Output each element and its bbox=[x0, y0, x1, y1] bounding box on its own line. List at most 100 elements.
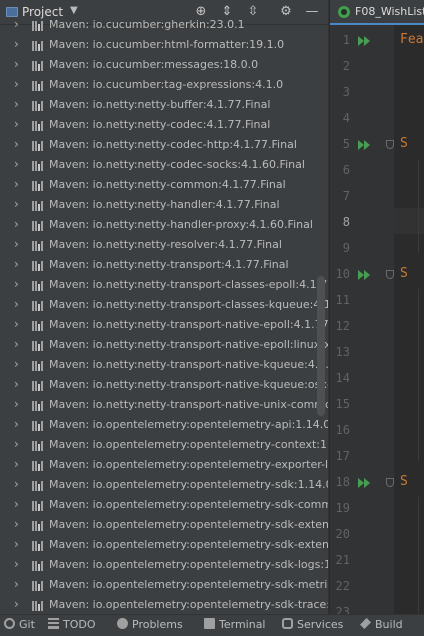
tree-item[interactable]: › Maven: io.opentelemetry:opentelemetry-a… bbox=[0, 416, 328, 436]
tree-item[interactable]: › Maven: io.opentelemetry:opentelemetry-s… bbox=[0, 556, 328, 576]
tree-item[interactable]: › Maven: io.netty:netty-transport-native-… bbox=[0, 396, 328, 416]
tree-item[interactable]: › Maven: io.netty:netty-transport:4.1.77.… bbox=[0, 256, 328, 276]
tree-item[interactable]: › Maven: io.opentelemetry:opentelemetry-e… bbox=[0, 456, 328, 476]
chevron-right-icon[interactable]: › bbox=[14, 417, 24, 431]
fold-icon[interactable] bbox=[386, 270, 394, 279]
chevron-right-icon[interactable]: › bbox=[14, 37, 24, 51]
chevron-right-icon[interactable]: › bbox=[14, 317, 24, 331]
chevron-right-icon[interactable]: › bbox=[14, 17, 24, 31]
chevron-right-icon[interactable]: › bbox=[14, 77, 24, 91]
code-keyword: S bbox=[400, 136, 408, 151]
fold-icon[interactable] bbox=[386, 478, 394, 487]
chevron-right-icon[interactable]: › bbox=[14, 237, 24, 251]
chevron-right-icon[interactable]: › bbox=[14, 477, 24, 491]
git-tool[interactable]: Git bbox=[4, 618, 35, 634]
run-icon[interactable] bbox=[358, 269, 372, 281]
tree-item-label: Maven: io.opentelemetry:opentelemetry-sd… bbox=[49, 598, 328, 611]
library-icon bbox=[32, 201, 45, 211]
chevron-right-icon[interactable]: › bbox=[14, 437, 24, 451]
tree-item[interactable]: › Maven: io.netty:netty-transport-native-… bbox=[0, 316, 328, 336]
library-icon bbox=[32, 461, 45, 471]
tree-item[interactable]: › Maven: io.opentelemetry:opentelemetry-c… bbox=[0, 436, 328, 456]
library-icon bbox=[32, 321, 45, 331]
chevron-right-icon[interactable]: › bbox=[14, 577, 24, 591]
tree-item[interactable]: › Maven: io.netty:netty-buffer:4.1.77.Fin… bbox=[0, 96, 328, 116]
bottom-tool-bar: Git TODO Problems Terminal Services Build bbox=[0, 614, 424, 636]
tree-item[interactable]: › Maven: io.netty:netty-handler:4.1.77.Fi… bbox=[0, 196, 328, 216]
problems-tool[interactable]: Problems bbox=[117, 618, 183, 634]
chevron-right-icon[interactable]: › bbox=[14, 537, 24, 551]
tree-item[interactable]: › Maven: io.netty:netty-resolver:4.1.77.F… bbox=[0, 236, 328, 256]
chevron-right-icon[interactable]: › bbox=[14, 517, 24, 531]
editor-tab[interactable]: F08_WishList bbox=[330, 0, 424, 25]
tree-item-label: Maven: io.opentelemetry:opentelemetry-co… bbox=[49, 438, 328, 451]
tree-item-label: Maven: io.opentelemetry:opentelemetry-sd… bbox=[49, 498, 328, 511]
tree-item[interactable]: › Maven: io.opentelemetry:opentelemetry-s… bbox=[0, 576, 328, 596]
services-tool[interactable]: Services bbox=[282, 618, 343, 634]
tree-item[interactable]: › Maven: io.netty:netty-transport-classes… bbox=[0, 276, 328, 296]
chevron-right-icon[interactable]: › bbox=[14, 137, 24, 151]
build-tool[interactable]: Build bbox=[360, 618, 403, 634]
chevron-right-icon[interactable]: › bbox=[14, 117, 24, 131]
tree-item[interactable]: › Maven: io.cucumber:gherkin:23.0.1 bbox=[0, 16, 328, 36]
tree-scrollbar[interactable] bbox=[317, 276, 325, 416]
chevron-down-icon[interactable]: ▼ bbox=[70, 5, 78, 16]
tree-item[interactable]: › Maven: io.netty:netty-transport-classes… bbox=[0, 296, 328, 316]
chevron-right-icon[interactable]: › bbox=[14, 177, 24, 191]
tree-item[interactable]: › Maven: io.netty:netty-transport-native-… bbox=[0, 336, 328, 356]
chevron-right-icon[interactable]: › bbox=[14, 97, 24, 111]
chevron-right-icon[interactable]: › bbox=[14, 377, 24, 391]
chevron-right-icon[interactable]: › bbox=[14, 157, 24, 171]
chevron-right-icon[interactable]: › bbox=[14, 217, 24, 231]
tree-item-label: Maven: io.opentelemetry:opentelemetry-sd… bbox=[49, 478, 328, 491]
line-number: 9 bbox=[342, 241, 350, 255]
chevron-right-icon[interactable]: › bbox=[14, 557, 24, 571]
tree-item[interactable]: › Maven: io.netty:netty-transport-native-… bbox=[0, 376, 328, 396]
chevron-right-icon[interactable]: › bbox=[14, 297, 24, 311]
caret-line-highlight bbox=[394, 208, 424, 234]
todo-tool[interactable]: TODO bbox=[48, 618, 96, 634]
library-icon bbox=[32, 381, 45, 391]
tree-item[interactable]: › Maven: io.netty:netty-transport-native-… bbox=[0, 356, 328, 376]
problems-icon bbox=[117, 618, 128, 629]
tree-item[interactable]: › Maven: io.cucumber:messages:18.0.0 bbox=[0, 56, 328, 76]
chevron-right-icon[interactable]: › bbox=[14, 57, 24, 71]
chevron-right-icon[interactable]: › bbox=[14, 257, 24, 271]
chevron-right-icon[interactable]: › bbox=[14, 277, 24, 291]
tree-item[interactable]: › Maven: io.netty:netty-handler-proxy:4.1… bbox=[0, 216, 328, 236]
line-number: 7 bbox=[342, 189, 350, 203]
tree-item[interactable]: › Maven: io.opentelemetry:opentelemetry-s… bbox=[0, 536, 328, 556]
project-panel: Project ▼ ⊕ ⇕ ⇳ ⚙ — › Maven: io.cucumber:… bbox=[0, 0, 328, 614]
run-icon[interactable] bbox=[358, 35, 372, 47]
tree-item[interactable]: › Maven: io.cucumber:tag-expressions:4.1.… bbox=[0, 76, 328, 96]
tree-item[interactable]: › Maven: io.opentelemetry:opentelemetry-s… bbox=[0, 476, 328, 496]
code-keyword: Fea bbox=[400, 32, 424, 47]
chevron-right-icon[interactable]: › bbox=[14, 357, 24, 371]
tree-item[interactable]: › Maven: io.netty:netty-codec:4.1.77.Fina… bbox=[0, 116, 328, 136]
tree-item[interactable]: › Maven: io.cucumber:html-formatter:19.1.… bbox=[0, 36, 328, 56]
terminal-tool[interactable]: Terminal bbox=[204, 618, 266, 634]
tree-item[interactable]: › Maven: io.opentelemetry:opentelemetry-s… bbox=[0, 496, 328, 516]
chevron-right-icon[interactable]: › bbox=[14, 597, 24, 611]
library-icon bbox=[32, 401, 45, 411]
tree-item[interactable]: › Maven: io.opentelemetry:opentelemetry-s… bbox=[0, 516, 328, 536]
library-icon bbox=[32, 341, 45, 351]
run-icon[interactable] bbox=[358, 477, 372, 489]
services-tool-label: Services bbox=[297, 618, 344, 631]
fold-icon[interactable] bbox=[386, 140, 394, 149]
chevron-right-icon[interactable]: › bbox=[14, 397, 24, 411]
library-icon bbox=[32, 481, 45, 491]
chevron-right-icon[interactable]: › bbox=[14, 457, 24, 471]
tree-item[interactable]: › Maven: io.opentelemetry:opentelemetry-s… bbox=[0, 596, 328, 614]
chevron-right-icon[interactable]: › bbox=[14, 337, 24, 351]
library-icon bbox=[32, 501, 45, 511]
tree-item[interactable]: › Maven: io.netty:netty-codec-socks:4.1.6… bbox=[0, 156, 328, 176]
tree-item[interactable]: › Maven: io.netty:netty-common:4.1.77.Fin… bbox=[0, 176, 328, 196]
chevron-right-icon[interactable]: › bbox=[14, 197, 24, 211]
chevron-right-icon[interactable]: › bbox=[14, 497, 24, 511]
editor-gutter: 1 2 3 4 5 6 7 8 9 10 11 12 13 14 15 16 17 18 19 20 21 22 23 bbox=[330, 25, 394, 614]
tree-item-label: Maven: io.netty:netty-transport-classes-… bbox=[49, 278, 328, 291]
tree-item[interactable]: › Maven: io.netty:netty-codec-http:4.1.77… bbox=[0, 136, 328, 156]
run-icon[interactable] bbox=[358, 139, 372, 151]
line-number: 13 bbox=[335, 345, 350, 359]
